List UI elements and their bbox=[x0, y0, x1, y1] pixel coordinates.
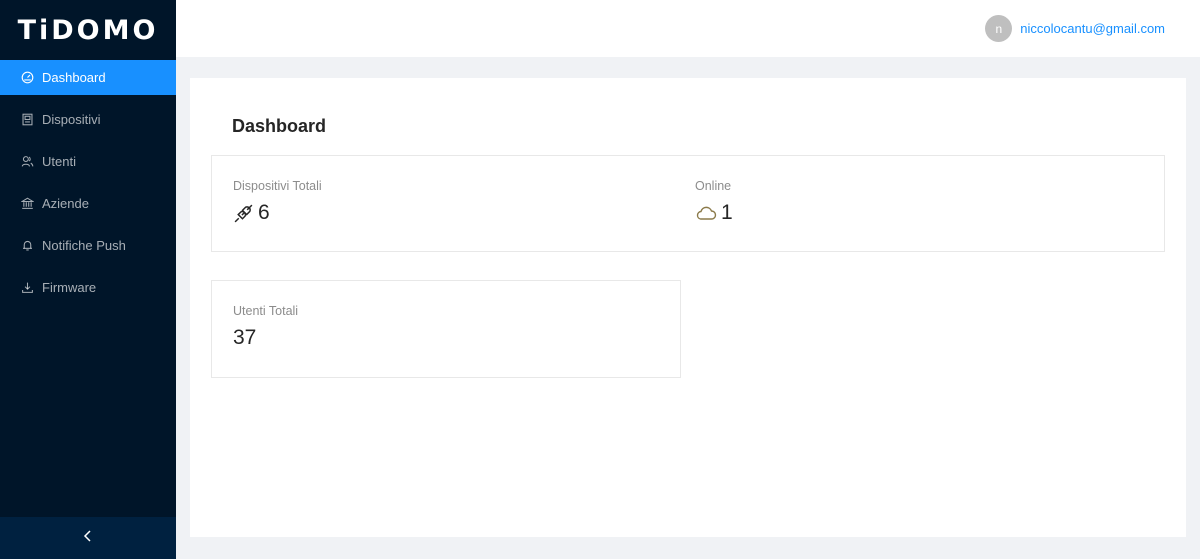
sidebar-item-utenti[interactable]: Utenti bbox=[0, 144, 176, 179]
sidebar-item-label: Utenti bbox=[42, 154, 76, 169]
sidebar-item-firmware[interactable]: Firmware bbox=[0, 270, 176, 305]
page-title: Dashboard bbox=[232, 116, 327, 136]
stat-title: Utenti Totali bbox=[233, 304, 299, 318]
bell-icon bbox=[21, 239, 34, 252]
main-content: Dashboard Dispositivi Totali 6 Online 1 … bbox=[190, 78, 1186, 537]
chevron-left-icon bbox=[83, 529, 93, 547]
device-icon bbox=[21, 113, 34, 126]
dashboard-icon bbox=[21, 71, 34, 84]
sidebar-item-label: Dashboard bbox=[42, 70, 106, 85]
bank-icon bbox=[21, 197, 34, 210]
stat-value-row: 1 bbox=[695, 201, 733, 225]
stat-value-row: 6 bbox=[233, 201, 322, 225]
app-logo[interactable]: TiDOMO bbox=[0, 0, 176, 60]
plug-icon bbox=[233, 203, 254, 224]
devices-stats-card: Dispositivi Totali 6 Online 1 bbox=[211, 155, 1165, 252]
sidebar-item-notifiche-push[interactable]: Notifiche Push bbox=[0, 228, 176, 263]
stat-title: Online bbox=[695, 179, 732, 193]
stat-value: 6 bbox=[258, 201, 270, 224]
sidebar-menu: Dashboard Dispositivi Utenti Aziende Not… bbox=[0, 60, 176, 305]
stat-online: Online 1 bbox=[695, 179, 733, 225]
stat-value-row: 37 bbox=[233, 326, 298, 350]
sidebar: TiDOMO Dashboard Dispositivi Utenti Azie… bbox=[0, 0, 176, 559]
user-email-link[interactable]: niccolocantu@gmail.com bbox=[1020, 21, 1165, 36]
top-header: n niccolocantu@gmail.com bbox=[176, 0, 1200, 57]
sidebar-item-label: Firmware bbox=[42, 280, 97, 295]
stat-value: 1 bbox=[721, 201, 733, 224]
avatar[interactable]: n bbox=[985, 15, 1013, 42]
sidebar-item-label: Dispositivi bbox=[42, 112, 101, 127]
sidebar-item-dashboard[interactable]: Dashboard bbox=[0, 60, 176, 95]
cloud-icon bbox=[695, 204, 717, 222]
stat-title: Dispositivi Totali bbox=[233, 179, 322, 193]
stat-value: 37 bbox=[233, 326, 257, 349]
stat-devices-total: Dispositivi Totali 6 bbox=[233, 179, 322, 225]
sidebar-item-label: Aziende bbox=[42, 196, 89, 211]
stat-users-total: Utenti Totali 37 bbox=[233, 304, 298, 350]
sidebar-item-dispositivi[interactable]: Dispositivi bbox=[0, 102, 176, 137]
sidebar-item-aziende[interactable]: Aziende bbox=[0, 186, 176, 221]
sidebar-item-label: Notifiche Push bbox=[42, 238, 126, 253]
users-icon bbox=[21, 155, 34, 168]
sidebar-collapse-button[interactable] bbox=[0, 517, 176, 559]
download-icon bbox=[21, 281, 34, 294]
users-stats-card: Utenti Totali 37 bbox=[211, 280, 681, 378]
